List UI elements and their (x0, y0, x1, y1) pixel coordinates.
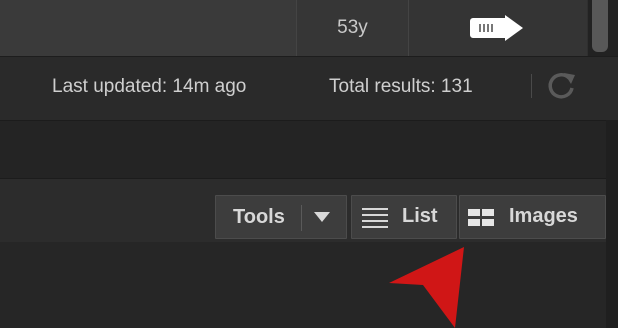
list-icon (362, 208, 388, 228)
list-view-button[interactable]: List (351, 195, 457, 239)
images-label: Images (509, 205, 578, 227)
tools-dropdown-button[interactable]: Tools (215, 195, 347, 239)
status-divider (531, 74, 532, 98)
result-age-cell: 53y (297, 0, 409, 56)
total-results-text: Total results: 131 (329, 76, 473, 97)
results-row[interactable]: 53y (0, 0, 618, 56)
right-edge-panel (606, 120, 618, 328)
tools-separator (301, 205, 302, 231)
result-cell-main (0, 0, 297, 56)
tools-label: Tools (233, 205, 285, 228)
scrollbar-thumb[interactable] (592, 0, 608, 52)
filter-band (0, 120, 618, 178)
content-area (0, 242, 618, 328)
status-bar: Last updated: 14m ago Total results: 131 (0, 56, 618, 121)
list-label: List (402, 205, 438, 227)
refresh-icon[interactable] (544, 69, 578, 103)
arrow-right-icon[interactable] (469, 15, 524, 41)
red-pointer-arrow (389, 247, 464, 328)
grid-icon (468, 209, 494, 226)
images-view-button[interactable]: Images (459, 195, 606, 239)
caret-down-icon[interactable] (314, 212, 330, 222)
last-updated-text: Last updated: 14m ago (52, 76, 247, 97)
